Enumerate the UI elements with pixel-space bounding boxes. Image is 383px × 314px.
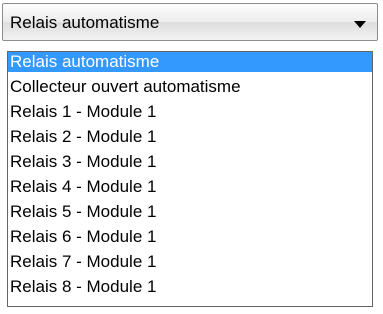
- list-item-label: Relais 8 - Module 1: [10, 277, 157, 296]
- chevron-down-icon[interactable]: [353, 17, 367, 31]
- list-item-label: Relais 4 - Module 1: [10, 177, 157, 196]
- combobox-dropdown-list[interactable]: Relais automatisme Collecteur ouvert aut…: [7, 51, 373, 307]
- list-item-label: Collecteur ouvert automatisme: [10, 77, 241, 96]
- list-item[interactable]: Relais 2 - Module 1: [8, 127, 372, 147]
- list-item[interactable]: Relais 5 - Module 1: [8, 202, 372, 222]
- list-item[interactable]: Collecteur ouvert automatisme: [8, 77, 372, 97]
- list-item-label: Relais automatisme: [10, 52, 160, 71]
- list-item-label: Relais 5 - Module 1: [10, 202, 157, 221]
- output-type-combobox[interactable]: Relais automatisme: [2, 3, 378, 41]
- list-item-label: Relais 1 - Module 1: [10, 102, 157, 121]
- chevron-down-icon-glyph: [354, 20, 366, 28]
- list-item[interactable]: Relais 7 - Module 1: [8, 252, 372, 272]
- list-item[interactable]: Relais automatisme: [8, 52, 372, 72]
- list-item[interactable]: Relais 6 - Module 1: [8, 227, 372, 247]
- list-item-label: Relais 2 - Module 1: [10, 127, 157, 146]
- list-item-label: Relais 3 - Module 1: [10, 152, 157, 171]
- list-item-label: Relais 7 - Module 1: [10, 252, 157, 271]
- combobox-selected-value: Relais automatisme: [10, 13, 160, 32]
- list-item[interactable]: Relais 1 - Module 1: [8, 102, 372, 122]
- list-item-label: Relais 6 - Module 1: [10, 227, 157, 246]
- list-item[interactable]: Relais 8 - Module 1: [8, 277, 372, 297]
- list-item[interactable]: Relais 3 - Module 1: [8, 152, 372, 172]
- list-item[interactable]: Relais 4 - Module 1: [8, 177, 372, 197]
